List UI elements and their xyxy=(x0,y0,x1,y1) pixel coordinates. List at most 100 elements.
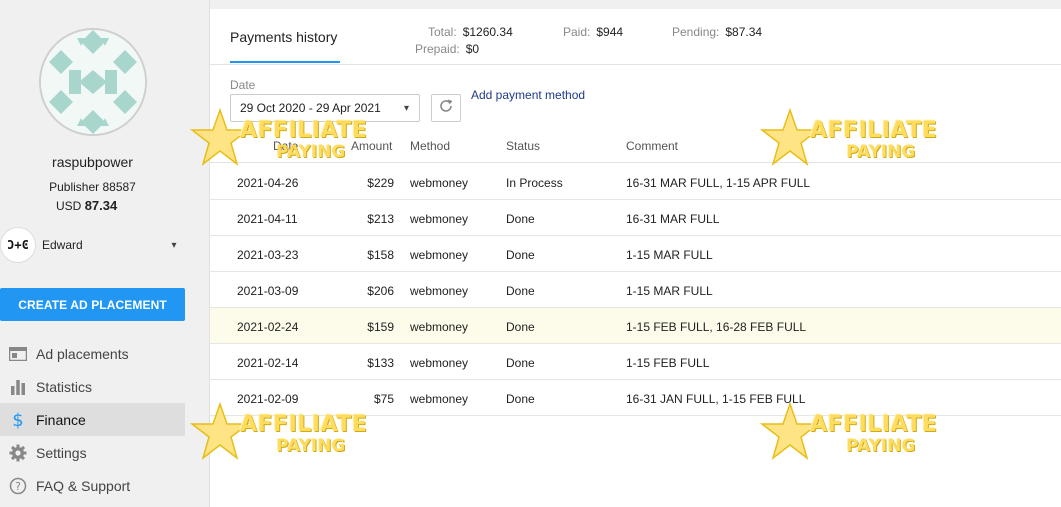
refresh-button[interactable] xyxy=(431,94,461,122)
ad-placements-icon xyxy=(0,346,36,361)
cell-amount: $133 xyxy=(367,356,394,370)
header-divider xyxy=(210,64,1061,65)
cell-comment: 1-15 FEB FULL, 16-28 FEB FULL xyxy=(626,320,807,334)
cell-amount: $229 xyxy=(367,176,394,190)
account-name: Edward xyxy=(42,238,83,252)
cell-status: Done xyxy=(506,284,535,298)
summary-total-label: Total: xyxy=(428,25,457,39)
balance-value: 87.34 xyxy=(84,198,118,213)
cell-comment: 16-31 MAR FULL, 1-15 APR FULL xyxy=(626,176,811,190)
cell-date: 2021-02-09 xyxy=(237,392,299,406)
date-range-select[interactable]: 29 Oct 2020 - 29 Apr 2021 ▾ xyxy=(230,94,420,122)
table-row: 2021-02-24 $159 webmoney Done 1-15 FEB F… xyxy=(210,308,1061,344)
balance: USD 87.34 xyxy=(56,198,117,213)
column-header-comment[interactable]: Comment xyxy=(626,139,678,153)
sidebar-item-ad-placements[interactable]: Ad placements xyxy=(0,337,185,370)
summary-paid: Paid: $944 xyxy=(563,25,623,39)
cell-method: webmoney xyxy=(410,284,469,298)
chevron-down-icon: ▾ xyxy=(403,103,409,114)
sidebar: raspubpower Publisher 88587 USD 87.34 Ͻ+… xyxy=(0,0,210,507)
bar-chart-icon xyxy=(0,379,36,395)
create-ad-placement-button[interactable]: CREATE AD PLACEMENT xyxy=(0,288,185,321)
cell-amount: $75 xyxy=(373,392,394,406)
cell-amount: $159 xyxy=(367,320,394,334)
cell-status: Done xyxy=(506,248,535,262)
cell-method: webmoney xyxy=(410,320,469,334)
cell-status: In Process xyxy=(506,176,563,190)
cell-method: webmoney xyxy=(410,356,469,370)
sidebar-item-label: Ad placements xyxy=(36,345,129,362)
cell-date: 2021-04-11 xyxy=(237,212,298,226)
username: raspubpower xyxy=(52,154,133,170)
summary-total-value: $1260.34 xyxy=(462,25,513,39)
cell-date: 2021-04-26 xyxy=(237,176,299,190)
table-row: 2021-02-14 $133 webmoney Done 1-15 FEB F… xyxy=(210,344,1061,380)
sidebar-item-label: FAQ & Support xyxy=(36,477,131,494)
cell-comment: 16-31 JAN FULL, 1-15 FEB FULL xyxy=(626,392,806,406)
sidebar-item-settings[interactable]: Settings xyxy=(0,436,185,469)
summary-paid-label: Paid: xyxy=(563,25,591,39)
summary-prepaid-value: $0 xyxy=(465,42,480,56)
refresh-icon xyxy=(438,98,454,119)
cell-date: 2021-02-14 xyxy=(237,356,299,370)
sidebar-item-finance[interactable]: $ Finance xyxy=(0,403,185,436)
column-header-method[interactable]: Method xyxy=(410,139,450,153)
summary-prepaid: Prepaid: $0 xyxy=(415,42,479,56)
balance-currency: USD xyxy=(56,199,82,213)
table-row: 2021-03-23 $158 webmoney Done 1-15 MAR F… xyxy=(210,236,1061,272)
cell-amount: $213 xyxy=(367,212,394,226)
cell-date: 2021-02-24 xyxy=(237,320,299,334)
dollar-icon: $ xyxy=(0,410,36,430)
summary-pending: Pending: $87.34 xyxy=(672,25,762,39)
sidebar-item-statistics[interactable]: Statistics xyxy=(0,370,185,403)
table-row: 2021-02-09 $75 webmoney Done 16-31 JAN F… xyxy=(210,380,1061,416)
sidebar-item-label: Finance xyxy=(36,411,86,428)
account-switcher[interactable]: Ͻ+Ͼ Edward ▾ xyxy=(0,226,185,264)
date-filter-label: Date xyxy=(230,78,256,92)
summary-paid-value: $944 xyxy=(596,25,624,39)
sidebar-nav: Ad placements Statistics $ Finance Setti… xyxy=(0,337,185,502)
summary-pending-label: Pending: xyxy=(672,25,720,39)
avatar xyxy=(39,28,147,136)
tab-active-indicator xyxy=(230,61,340,63)
cell-comment: 16-31 MAR FULL xyxy=(626,212,720,226)
table-row: 2021-04-26 $229 webmoney In Process 16-3… xyxy=(210,164,1061,200)
cell-method: webmoney xyxy=(410,176,469,190)
date-range-value: 29 Oct 2020 - 29 Apr 2021 xyxy=(240,101,381,115)
cell-method: webmoney xyxy=(410,392,469,406)
column-header-status[interactable]: Status xyxy=(506,139,540,153)
table-header: Date Amount Method Status Comment xyxy=(210,135,1061,163)
summary-total: Total: $1260.34 xyxy=(428,25,513,39)
account-logo: Ͻ+Ͼ xyxy=(0,227,36,263)
cell-amount: $158 xyxy=(367,248,394,262)
cell-status: Done xyxy=(506,392,535,406)
sidebar-item-faq-support[interactable]: ? FAQ & Support xyxy=(0,469,185,502)
svg-text:$: $ xyxy=(12,410,23,430)
cell-status: Done xyxy=(506,356,535,370)
cell-comment: 1-15 FEB FULL xyxy=(626,356,710,370)
cell-status: Done xyxy=(506,212,535,226)
cell-date: 2021-03-09 xyxy=(237,284,299,298)
table-row: 2021-04-11 $213 webmoney Done 16-31 MAR … xyxy=(210,200,1061,236)
cell-method: webmoney xyxy=(410,248,469,262)
cell-method: webmoney xyxy=(410,212,469,226)
summary-prepaid-label: Prepaid: xyxy=(415,42,460,56)
cell-comment: 1-15 MAR FULL xyxy=(626,284,713,298)
column-header-amount[interactable]: Amount xyxy=(351,139,392,153)
summary-pending-value: $87.34 xyxy=(725,25,763,39)
tab-payments-history[interactable]: Payments history xyxy=(230,29,337,45)
add-payment-method-link[interactable]: Add payment method xyxy=(471,88,585,102)
publisher-id: Publisher 88587 xyxy=(49,180,136,194)
cell-status: Done xyxy=(506,320,535,334)
table-row: 2021-03-09 $206 webmoney Done 1-15 MAR F… xyxy=(210,272,1061,308)
svg-text:?: ? xyxy=(15,480,21,493)
gear-icon xyxy=(0,444,36,462)
help-icon: ? xyxy=(0,477,36,495)
column-header-date[interactable]: Date xyxy=(273,139,298,153)
cell-comment: 1-15 MAR FULL xyxy=(626,248,713,262)
main-panel: Payments history Total: $1260.34 Prepaid:… xyxy=(210,9,1061,507)
chevron-down-icon: ▾ xyxy=(171,239,177,251)
sidebar-item-label: Settings xyxy=(36,444,87,461)
sidebar-item-label: Statistics xyxy=(36,378,93,395)
cell-date: 2021-03-23 xyxy=(237,248,299,262)
